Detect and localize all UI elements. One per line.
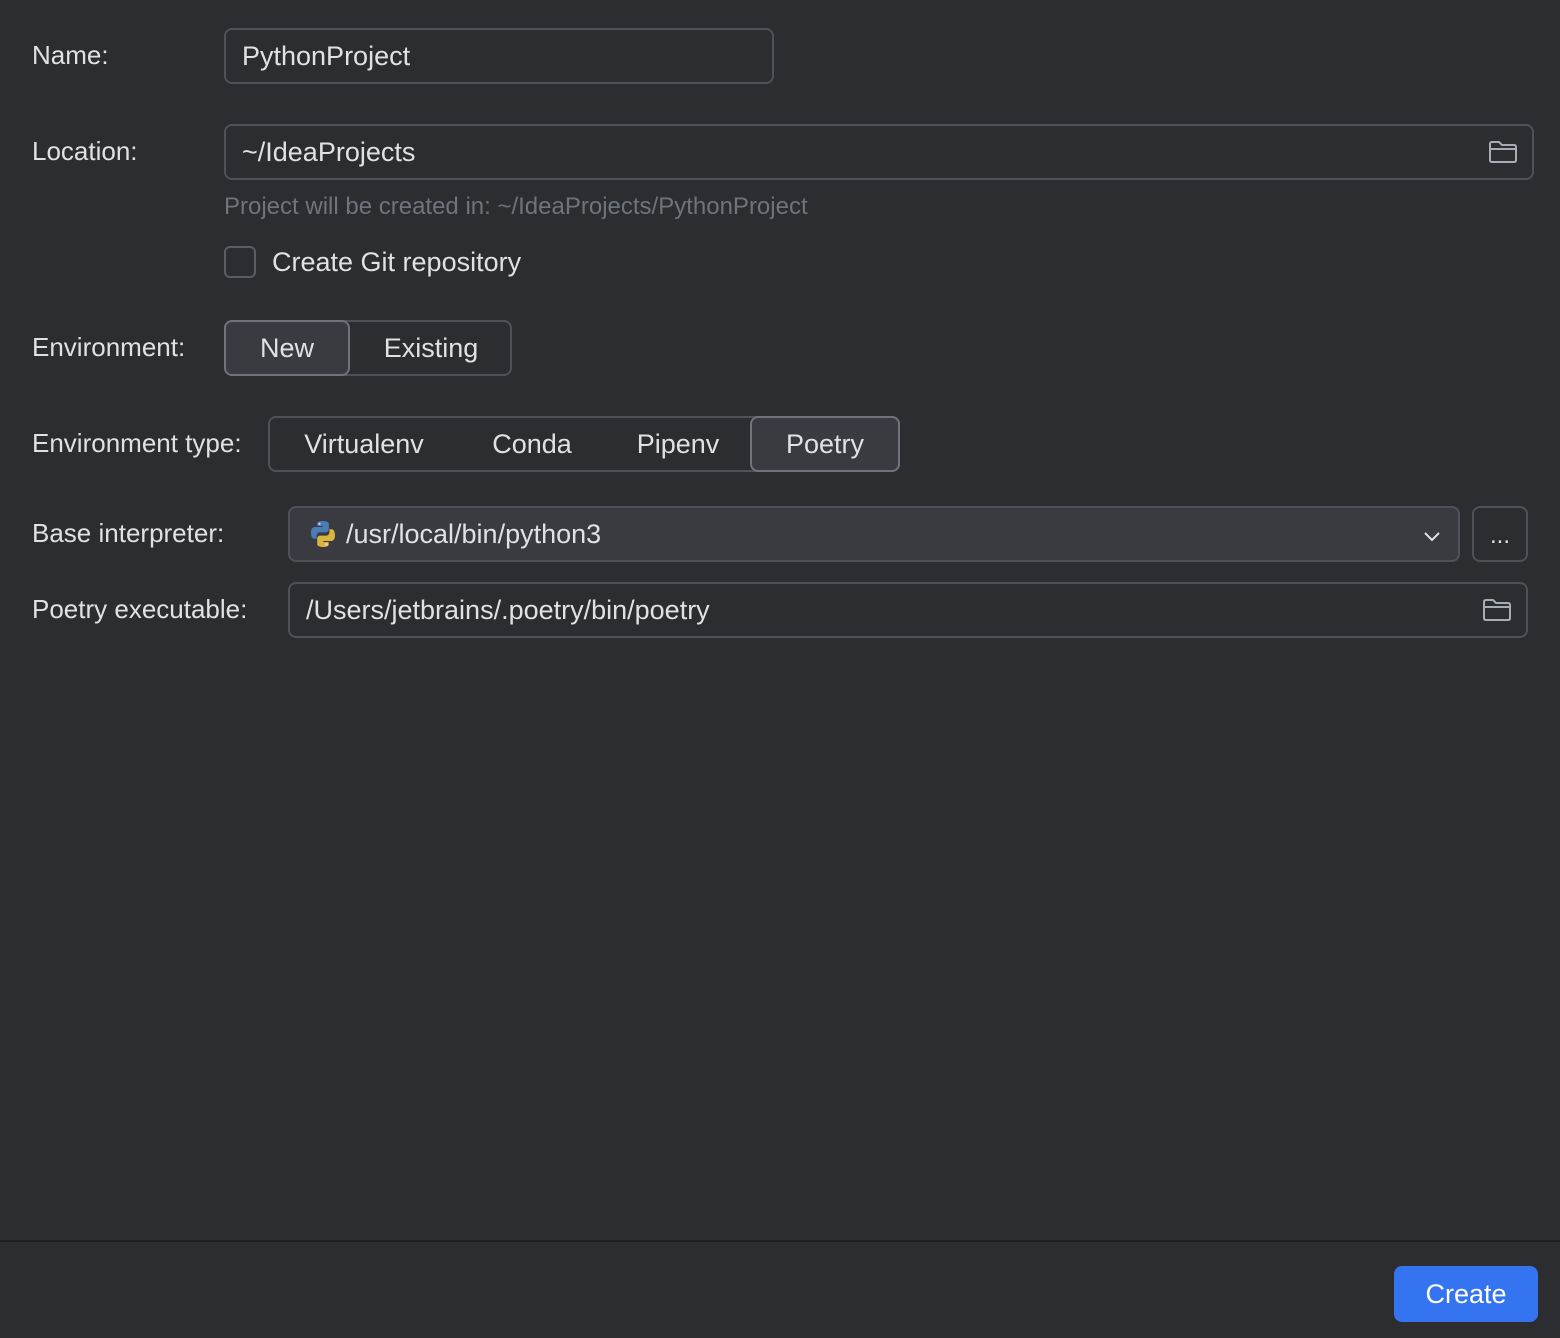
project-path-hint: Project will be created in: ~/IdeaProjec… [224, 193, 808, 220]
environment-existing-button[interactable]: Existing [350, 320, 512, 376]
name-input-value: PythonProject [242, 40, 411, 71]
location-label: Location: [32, 136, 138, 166]
poetry-executable-input[interactable]: /Users/jetbrains/.poetry/bin/poetry [288, 582, 1528, 638]
name-label: Name: [32, 40, 109, 70]
browse-interpreter-button[interactable]: ... [1472, 506, 1528, 562]
git-checkbox-label[interactable]: Create Git repository [272, 247, 521, 277]
environment-type-label: Environment type: [32, 428, 242, 458]
base-interpreter-label: Base interpreter: [32, 518, 225, 548]
poetry-executable-value: /Users/jetbrains/.poetry/bin/poetry [306, 594, 710, 625]
environment-type-conda-button[interactable]: Conda [458, 416, 606, 472]
location-input-value: ~/IdeaProjects [242, 136, 416, 167]
environment-label: Environment: [32, 332, 186, 362]
python-icon [311, 521, 335, 547]
base-interpreter-value: /usr/local/bin/python3 [346, 518, 602, 549]
environment-new-button[interactable]: New [224, 320, 350, 376]
git-checkbox[interactable] [224, 246, 256, 278]
chevron-down-icon [1424, 532, 1440, 542]
environment-type-virtualenv-button[interactable]: Virtualenv [270, 416, 458, 472]
location-input[interactable]: ~/IdeaProjects [224, 124, 1534, 180]
environment-type-poetry-button[interactable]: Poetry [750, 416, 900, 472]
footer-divider [0, 1240, 1560, 1242]
folder-icon[interactable] [1488, 140, 1518, 164]
base-interpreter-dropdown[interactable]: /usr/local/bin/python3 [288, 506, 1460, 562]
name-input[interactable]: PythonProject [224, 28, 774, 84]
folder-icon[interactable] [1482, 598, 1512, 622]
environment-type-pipenv-button[interactable]: Pipenv [606, 416, 750, 472]
create-button[interactable]: Create [1394, 1266, 1538, 1322]
poetry-executable-label: Poetry executable: [32, 594, 248, 624]
